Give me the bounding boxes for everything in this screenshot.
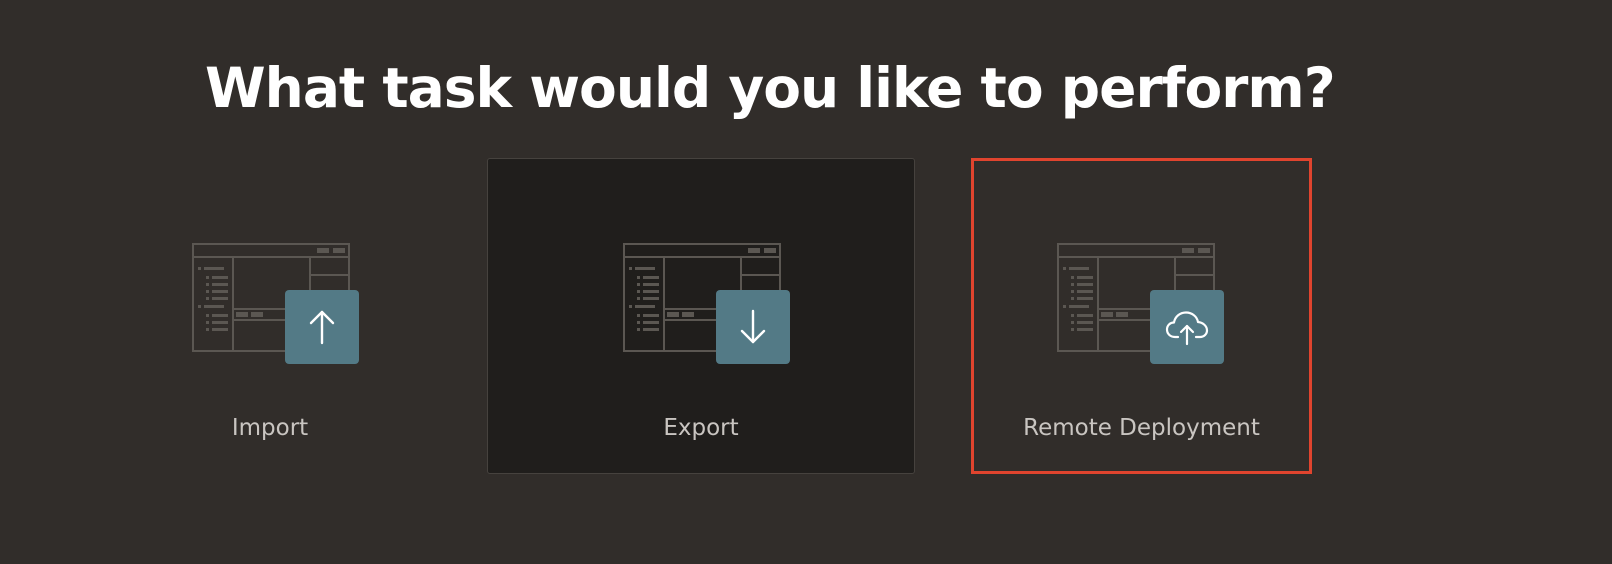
- task-label-export: Export: [663, 415, 739, 441]
- download-tile: [716, 290, 790, 364]
- task-label-remote-deployment: Remote Deployment: [1023, 415, 1260, 441]
- upload-arrow-icon: [309, 310, 335, 345]
- import-illustration: [57, 243, 483, 368]
- download-arrow-icon: [740, 309, 766, 344]
- task-card-remote-deployment[interactable]: Remote Deployment: [971, 158, 1312, 474]
- task-label-import: Import: [231, 415, 309, 441]
- task-card-export[interactable]: Export: [487, 158, 915, 474]
- remote-deployment-illustration: [974, 243, 1309, 368]
- cloud-upload-tile: [1150, 290, 1224, 364]
- task-card-import[interactable]: Import: [56, 158, 484, 474]
- export-illustration: [488, 243, 914, 368]
- upload-tile: [285, 290, 359, 364]
- page-title: What task would you like to perform?: [205, 56, 1336, 120]
- cloud-upload-icon: [1165, 311, 1209, 346]
